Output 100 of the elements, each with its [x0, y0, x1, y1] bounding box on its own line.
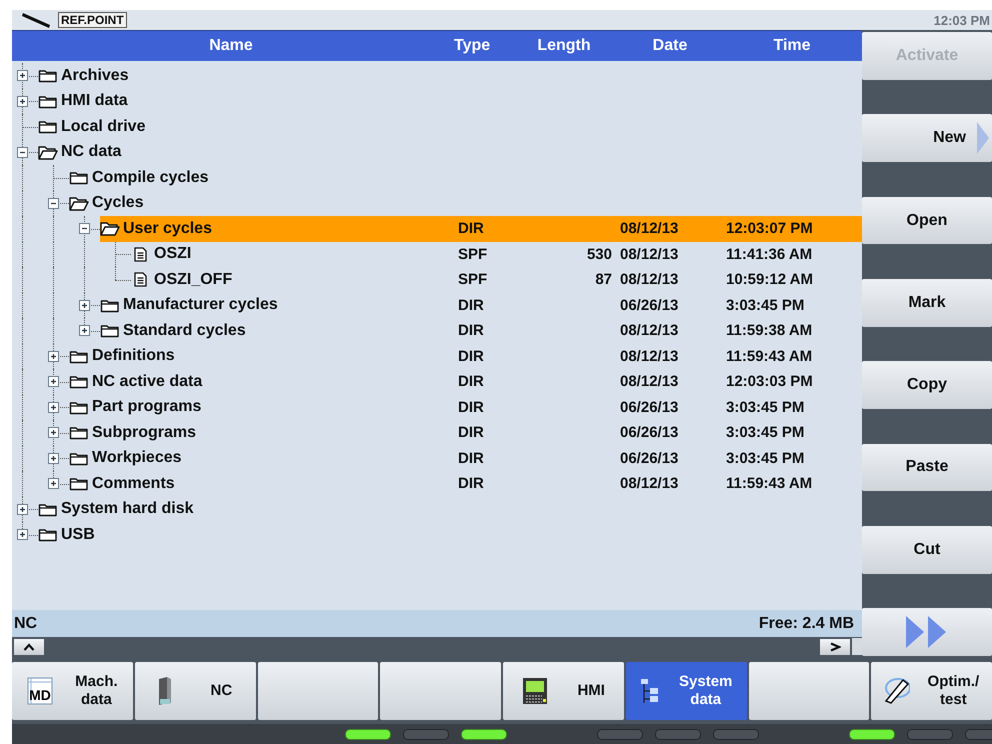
open-folder-icon — [38, 144, 58, 160]
tree-row[interactable]: OSZI_OFF SPF 87 08/12/13 10:59:12 AM — [12, 267, 862, 292]
expand-icon[interactable] — [48, 452, 59, 464]
tree-row[interactable]: Compile cycles — [12, 165, 862, 190]
item-name: System hard disk — [61, 500, 194, 518]
tree-row[interactable]: OSZI SPF 530 08/12/13 11:41:36 AM — [12, 242, 862, 267]
folder-icon — [69, 425, 89, 440]
scrollbar[interactable] — [12, 637, 862, 656]
md-icon: MD — [27, 677, 54, 705]
collapse-icon[interactable] — [79, 223, 90, 234]
item-name: HMI data — [61, 92, 128, 110]
tree-row[interactable]: NC data — [12, 140, 862, 165]
tree-row[interactable]: Cycles — [12, 190, 862, 216]
softkey-button[interactable]: NC — [134, 662, 256, 720]
item-name: NC active data — [92, 372, 202, 391]
softkey-button[interactable]: New — [862, 114, 992, 162]
tree-row[interactable]: Comments DIR 08/12/13 11:59:43 AM — [12, 471, 862, 496]
tree-row[interactable]: Subprograms DIR 06/26/13 3:03:45 PM — [12, 420, 862, 446]
tree-row[interactable]: Manufacturer cycles DIR 06/26/13 3:03:45 PM — [12, 292, 862, 318]
open-folder-icon — [69, 196, 89, 211]
date-cell-text: 08/12/13 — [619, 373, 680, 390]
tree-row[interactable]: System hard disk — [12, 496, 862, 522]
time-cell-text: 3:03:45 PM — [725, 296, 806, 314]
type-cell-text: DIR — [457, 220, 485, 238]
time-cell-text: 11:59:43 AM — [725, 475, 814, 492]
date-cell-text: 08/12/13 — [619, 220, 680, 238]
softkey-button[interactable]: System data — [626, 662, 746, 720]
tree-row[interactable]: NC active data DIR 08/12/13 12:03:03 PM — [12, 369, 862, 394]
collapse-icon[interactable] — [17, 146, 28, 158]
tree-row[interactable]: Part programs DIR 06/26/13 3:03:45 PM — [12, 394, 862, 420]
folder-icon — [38, 502, 58, 517]
column-header[interactable]: Time — [773, 37, 811, 55]
tree-row[interactable]: Standard cycles DIR 08/12/13 11:59:38 AM — [12, 318, 862, 344]
folder-icon — [100, 298, 120, 313]
item-name: OSZI — [154, 245, 192, 264]
type-cell-text: DIR — [457, 373, 485, 390]
expand-icon[interactable] — [48, 402, 59, 412]
expand-icon[interactable] — [79, 325, 90, 336]
expand-icon[interactable] — [17, 96, 28, 106]
type-cell-text: DIR — [457, 296, 485, 314]
clock-time: 12:03 PM — [934, 12, 990, 28]
softkey-button[interactable]: Open — [862, 196, 992, 244]
mode-label: REF.POINT — [58, 12, 127, 28]
folder-icon — [69, 450, 89, 466]
tree-row[interactable]: HMI data — [12, 88, 862, 114]
expand-icon[interactable] — [17, 70, 28, 81]
collapse-icon[interactable] — [48, 198, 59, 208]
date-cell-text: 08/12/13 — [619, 271, 680, 288]
item-name: User cycles — [123, 220, 212, 238]
tree-row[interactable]: USB — [12, 522, 862, 548]
item-name: Cycles — [92, 194, 144, 212]
submenu-arrow-icon — [976, 120, 990, 156]
expand-icon[interactable] — [17, 529, 28, 540]
item-name: Definitions — [92, 347, 175, 366]
softkey-button[interactable]: Copy — [862, 361, 992, 410]
time-cell-text: 12:03:07 PM — [725, 220, 814, 238]
expand-icon[interactable] — [17, 504, 28, 514]
column-header[interactable]: Length — [537, 37, 591, 55]
folder-icon — [69, 170, 89, 186]
tree-icon — [640, 678, 659, 704]
column-header[interactable]: Type — [450, 37, 490, 55]
expand-icon[interactable] — [48, 427, 59, 438]
column-header[interactable]: Name — [209, 37, 253, 55]
tree-row[interactable]: Archives — [12, 63, 862, 88]
expand-icon[interactable] — [48, 350, 59, 362]
softkey-button[interactable]: Mark — [862, 278, 992, 327]
scroll-left-button[interactable] — [14, 638, 44, 654]
date-cell-text: 06/26/13 — [619, 424, 680, 442]
time-cell-text: 10:59:12 AM — [725, 271, 814, 288]
scroll-right-button[interactable] — [820, 638, 850, 654]
expand-icon[interactable] — [48, 376, 59, 387]
date-cell-text: 08/12/13 — [619, 348, 680, 365]
caret-right-icon — [829, 642, 841, 652]
item-name: Manufacturer cycles — [123, 296, 278, 314]
softkey-button[interactable]: Optim./ test — [871, 662, 992, 720]
more-button[interactable] — [862, 608, 992, 656]
time-cell-text: 3:03:45 PM — [725, 398, 806, 416]
item-name: Part programs — [92, 398, 202, 416]
scrollbar-corner — [852, 638, 862, 655]
softkey-button[interactable]: Paste — [862, 444, 992, 492]
tree-row[interactable]: Definitions DIR 08/12/13 11:59:43 AM — [12, 344, 862, 369]
expand-icon[interactable] — [48, 478, 59, 489]
softkey-button[interactable]: MD Mach. data — [12, 662, 133, 720]
type-cell-text: DIR — [457, 424, 485, 442]
expand-icon[interactable] — [79, 300, 90, 310]
terminal-icon — [522, 677, 548, 705]
folder-icon — [38, 94, 58, 109]
tree-row[interactable]: User cycles DIR 08/12/13 12:03:07 PM — [12, 216, 862, 242]
folder-icon — [69, 400, 89, 415]
time-cell-text: 3:03:45 PM — [725, 450, 806, 467]
time-cell-text: 11:41:36 AM — [725, 246, 814, 263]
item-name: Workpieces — [92, 449, 182, 468]
tree-row[interactable]: Local drive — [12, 114, 862, 140]
tree-row[interactable]: Workpieces DIR 06/26/13 3:03:45 PM — [12, 446, 862, 471]
date-cell-text: 08/12/13 — [619, 475, 680, 492]
softkey-button[interactable]: Cut — [862, 526, 992, 574]
date-cell-text: 06/26/13 — [619, 398, 680, 416]
column-header[interactable]: Date — [652, 37, 688, 55]
softkey-button[interactable]: HMI — [503, 662, 624, 720]
open-folder-icon — [100, 221, 120, 236]
